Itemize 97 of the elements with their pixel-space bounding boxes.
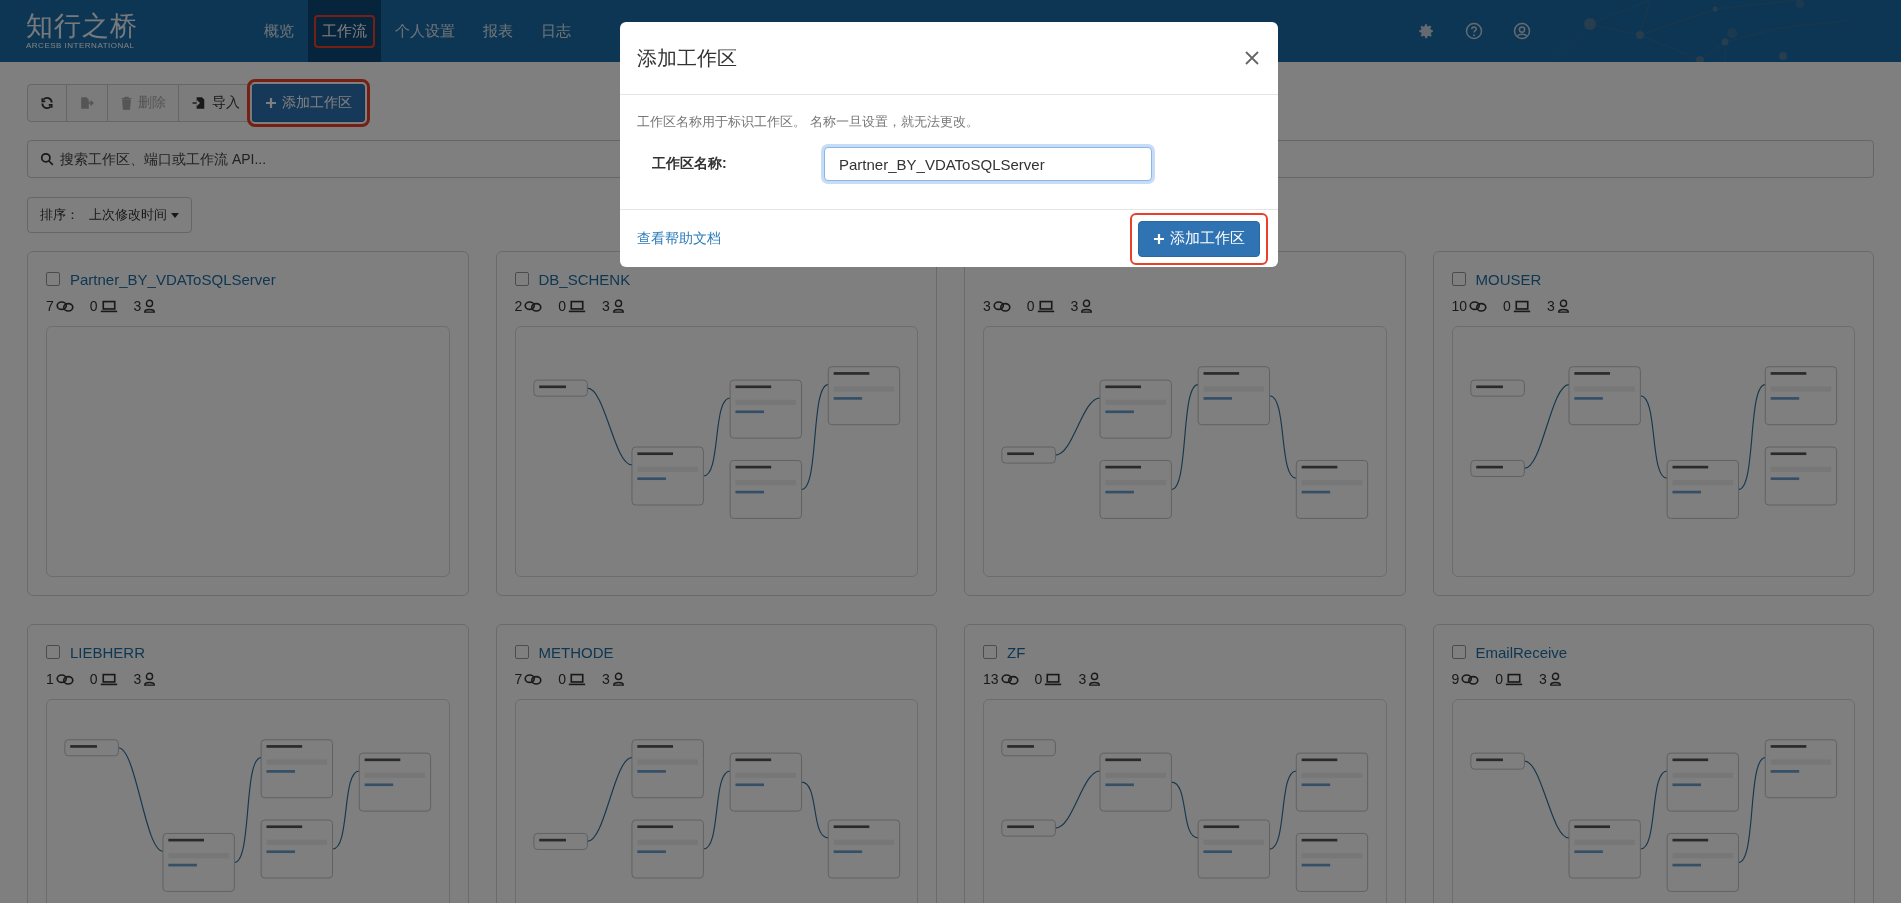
- workspace-link[interactable]: LIEBHERR: [70, 643, 146, 661]
- plus-icon: [265, 97, 277, 109]
- nav-tab[interactable]: 概览: [250, 0, 308, 62]
- port-count: 0: [1495, 671, 1504, 687]
- import-icon: [191, 96, 207, 110]
- plus-icon: [1153, 232, 1165, 245]
- laptop-icon: [99, 672, 118, 686]
- workspace-link[interactable]: MOUSER: [1475, 270, 1542, 288]
- export-icon: [79, 96, 95, 110]
- checkbox[interactable]: [514, 645, 529, 659]
- laptop-icon: [1036, 299, 1055, 313]
- user-count: 3: [602, 298, 610, 314]
- laptop-icon: [1512, 299, 1531, 313]
- dialog-description: 工作区名称用于标识工作区。 名称一旦设置，就无法更改。: [637, 113, 980, 131]
- workflow-preview[interactable]: [1451, 326, 1855, 577]
- workflow-preview[interactable]: [983, 326, 1387, 577]
- link-icon: [1469, 299, 1488, 313]
- user-count: 3: [133, 671, 142, 687]
- field-label: 工作区名称:: [651, 155, 728, 173]
- close-icon[interactable]: [1244, 50, 1260, 66]
- port-count: 0: [1503, 298, 1511, 314]
- laptop-icon: [568, 672, 587, 686]
- workflow-preview[interactable]: [514, 699, 918, 903]
- workspace-link[interactable]: ZF: [1007, 643, 1026, 661]
- user-count: 3: [1546, 298, 1555, 314]
- port-count: 0: [1026, 298, 1035, 314]
- link-icon: [992, 299, 1011, 313]
- help-link[interactable]: 查看帮助文档: [637, 229, 721, 248]
- laptop-icon: [568, 299, 587, 313]
- flow-count: 7: [514, 671, 523, 687]
- nav-tab[interactable]: 报表: [469, 0, 527, 62]
- port-count: 0: [1034, 671, 1043, 687]
- sort-dropdown[interactable]: 排序： 上次修改时间: [27, 197, 192, 233]
- workflow-preview[interactable]: [514, 326, 918, 577]
- port-count: 0: [558, 298, 567, 314]
- laptop-icon: [1505, 672, 1524, 686]
- flow-count: 7: [46, 298, 54, 314]
- checkbox[interactable]: [46, 272, 60, 286]
- link-icon: [1461, 672, 1480, 686]
- settings-icon[interactable]: [1417, 22, 1435, 40]
- port-count: 0: [89, 671, 98, 687]
- link-icon: [524, 672, 543, 686]
- workspace-link[interactable]: EmailReceive: [1475, 643, 1568, 661]
- workspace-name-field[interactable]: Partner_BY_VDAToSQLServer: [824, 147, 1152, 181]
- dialog-title: 添加工作区: [637, 45, 737, 71]
- laptop-icon: [1044, 672, 1063, 686]
- user-count: 3: [1539, 671, 1547, 687]
- user-icon: [1556, 299, 1570, 313]
- account-icon[interactable]: [1513, 22, 1531, 40]
- flow-count: 10: [1451, 298, 1468, 314]
- link-icon: [1000, 672, 1019, 686]
- flow-count: 2: [514, 298, 523, 314]
- checkbox[interactable]: [514, 272, 529, 286]
- user-icon: [143, 672, 157, 686]
- help-icon[interactable]: [1465, 22, 1483, 40]
- user-icon: [1088, 672, 1102, 686]
- flow-count: 3: [983, 298, 991, 314]
- user-icon: [611, 299, 625, 313]
- user-icon: [143, 299, 157, 313]
- workspace-link[interactable]: DB_SCHENK: [538, 270, 631, 288]
- checkbox[interactable]: [1451, 272, 1466, 286]
- user-icon: [1080, 299, 1094, 313]
- search-icon: [40, 152, 54, 166]
- refresh-button[interactable]: [27, 84, 67, 122]
- caret-icon: [171, 212, 179, 218]
- flow-count: 1: [46, 671, 54, 687]
- workspace-link[interactable]: METHODE: [538, 643, 614, 661]
- checkbox[interactable]: [983, 645, 997, 659]
- logo-tagline: ARCESB INTERNATIONAL: [26, 41, 135, 51]
- user-count: 3: [602, 671, 610, 687]
- port-count: 0: [89, 298, 98, 314]
- link-icon: [55, 299, 74, 313]
- workspace-link[interactable]: Partner_BY_VDAToSQLServer: [70, 270, 276, 288]
- import-button[interactable]: 导入: [178, 84, 253, 122]
- workflow-preview[interactable]: [46, 699, 450, 903]
- nav-tab[interactable]: 日志: [527, 0, 585, 62]
- checkbox[interactable]: [1451, 645, 1466, 659]
- logo-text[interactable]: 知行之桥: [26, 11, 138, 41]
- link-icon: [524, 299, 543, 313]
- port-count: 0: [558, 671, 567, 687]
- user-count: 3: [133, 298, 142, 314]
- flow-count: 9: [1451, 671, 1460, 687]
- workflow-preview[interactable]: [1451, 699, 1855, 903]
- trash-icon: [120, 96, 133, 110]
- workflow-preview[interactable]: [983, 699, 1387, 903]
- nav-tab[interactable]: 工作流: [308, 0, 381, 62]
- add-workspace-button[interactable]: 添加工作区: [1138, 220, 1260, 257]
- user-count: 3: [1070, 298, 1079, 314]
- flow-count: 13: [983, 671, 999, 687]
- user-icon: [1548, 672, 1562, 686]
- refresh-icon: [40, 96, 54, 110]
- checkbox[interactable]: [46, 645, 60, 659]
- laptop-icon: [99, 299, 118, 313]
- nav-tab[interactable]: 个人设置: [381, 0, 469, 62]
- user-count: 3: [1078, 671, 1087, 687]
- user-icon: [611, 672, 625, 686]
- link-icon: [55, 672, 74, 686]
